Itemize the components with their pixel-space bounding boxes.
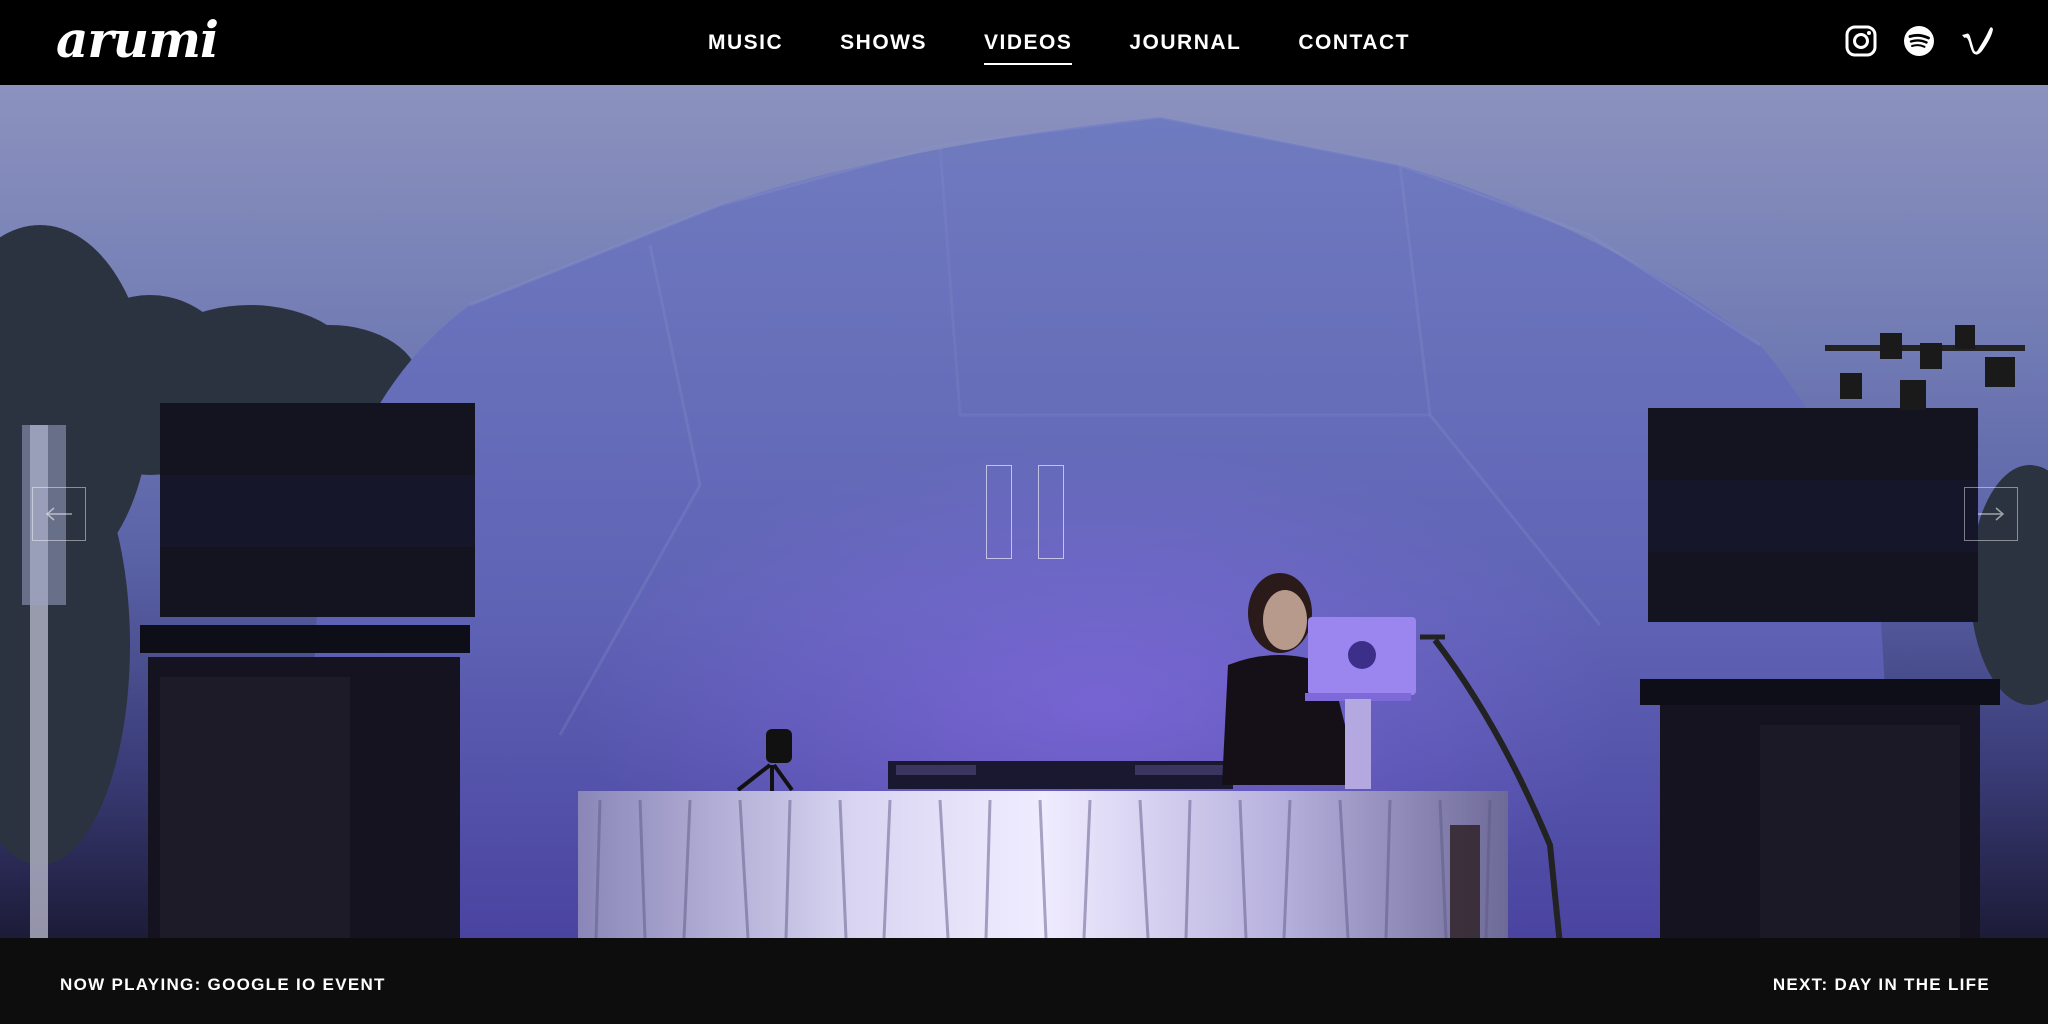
site-logo[interactable]: arumi (56, 8, 219, 72)
speaker-left (140, 403, 475, 938)
now-playing-label: NOW PLAYING: GOOGLE IO EVENT (60, 975, 386, 994)
next-video-button[interactable] (1964, 487, 2018, 541)
previous-video-button[interactable] (32, 487, 86, 541)
pause-bar-right (1038, 465, 1064, 559)
main-nav: MUSIC SHOWS VIDEOS JOURNAL CONTACT (708, 0, 1467, 85)
pause-bar-left (986, 465, 1012, 559)
player-footer: NOW PLAYING: GOOGLE IO EVENT NEXT: DAY I… (0, 938, 2048, 1024)
next-video-link[interactable]: NEXT: DAY IN THE LIFE (1773, 938, 1990, 1024)
nav-item-contact[interactable]: CONTACT (1298, 31, 1410, 55)
nav-item-journal[interactable]: JOURNAL (1129, 31, 1241, 55)
nav-item-videos[interactable]: VIDEOS (984, 31, 1073, 65)
nav-item-music[interactable]: MUSIC (708, 31, 783, 55)
instagram-icon[interactable] (1844, 24, 1878, 58)
video-player[interactable] (0, 85, 2048, 938)
spotify-icon[interactable] (1902, 24, 1936, 58)
arrow-right-icon (1978, 507, 2005, 521)
pause-icon[interactable] (986, 465, 1064, 559)
site-header: arumi MUSIC SHOWS VIDEOS JOURNAL CONTACT (0, 0, 2048, 85)
vimeo-icon[interactable] (1960, 24, 1994, 58)
arrow-left-icon (45, 507, 72, 521)
nav-item-shows[interactable]: SHOWS (840, 31, 927, 55)
social-links (1820, 24, 1994, 58)
